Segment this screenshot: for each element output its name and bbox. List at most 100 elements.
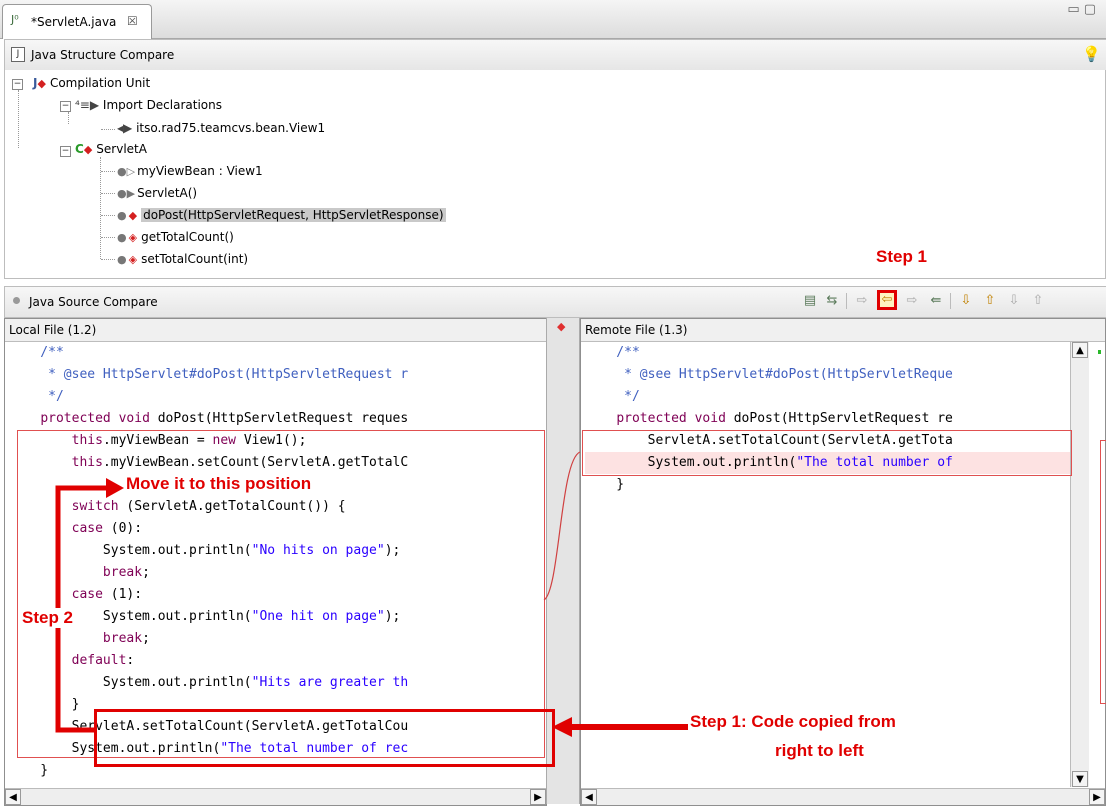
code-line: protected void doPost(HttpServletRequest… xyxy=(616,411,953,426)
tree-label: doPost(HttpServletRequest, HttpServletRe… xyxy=(141,208,446,222)
class-icon: C xyxy=(75,142,84,156)
editor-tab-bar: J⁰ *ServletA.java ☒ ▭▢ xyxy=(0,0,1106,39)
java-file-icon: J⁰ xyxy=(11,13,19,26)
scroll-right-icon[interactable]: ▶ xyxy=(530,789,546,805)
code-line: * @see HttpServlet#doPost(HttpServletReq… xyxy=(585,367,953,382)
scroll-down-icon[interactable]: ▼ xyxy=(1072,771,1088,787)
tree-line xyxy=(101,215,115,216)
collapse-toggle[interactable]: − xyxy=(12,79,23,90)
next-difference-icon[interactable]: ⇩ xyxy=(957,292,975,310)
scroll-right-icon[interactable]: ▶ xyxy=(1089,789,1105,805)
tree-node-import-item[interactable]: ◂▶ itso.rad75.teamcvs.bean.View1 xyxy=(117,121,325,135)
diff-connector xyxy=(543,451,581,601)
toolbar-separator xyxy=(846,293,847,309)
method-icon: ● xyxy=(117,253,127,266)
editor-tab-title: *ServletA.java xyxy=(31,15,117,29)
tree-line xyxy=(68,112,69,124)
previous-difference-icon[interactable]: ⇧ xyxy=(981,292,999,310)
tree-label: getTotalCount() xyxy=(141,230,234,244)
horizontal-scrollbar[interactable]: ◀ ▶ xyxy=(5,788,546,805)
tree-node-member[interactable]: ● ◈ getTotalCount() xyxy=(117,230,234,244)
collapse-toggle[interactable]: − xyxy=(60,146,71,157)
scroll-left-icon[interactable]: ◀ xyxy=(581,789,597,805)
source-compare-header: Java Source Compare ▤ ⇆ ⇨ ⇦ ⇨ ⇚ ⇩ ⇧ ⇩ ⇧ xyxy=(4,286,1106,318)
change-icon: ◆ xyxy=(128,209,138,222)
tree-node-class[interactable]: C◆ ServletA xyxy=(75,142,147,156)
minimize-icon[interactable]: ▭ xyxy=(1067,2,1083,17)
toolbar-separator xyxy=(950,293,951,309)
annotation-step1-top: Step 1 xyxy=(876,247,928,266)
vertical-scrollbar[interactable]: ▲ ▼ xyxy=(1070,342,1089,787)
tree-node-member[interactable]: ●▶ ServletA() xyxy=(117,186,197,200)
next-change-icon[interactable]: ⇩ xyxy=(1005,292,1023,310)
view-dot-icon xyxy=(13,297,20,304)
method-icon: ● xyxy=(117,209,127,222)
layout-icon[interactable]: ▤ xyxy=(801,292,819,310)
method-icon: ●▶ xyxy=(117,187,136,200)
code-line: } xyxy=(585,477,625,492)
method-icon: ● xyxy=(117,231,127,244)
copy-current-icon[interactable]: ⇚ xyxy=(927,292,945,310)
copy-all-right-icon[interactable]: ⇨ xyxy=(853,292,871,310)
tree-node-imports[interactable]: ⁴≡▶ Import Declarations xyxy=(75,98,222,112)
collapse-toggle[interactable]: − xyxy=(60,101,71,112)
change-icon: ◆ xyxy=(37,77,46,90)
annotation-step1-bottom-line1: Step 1: Code copied from xyxy=(690,712,896,731)
field-icon: ●▷ xyxy=(117,165,136,178)
remote-change-region xyxy=(582,430,1072,476)
copy-arrow xyxy=(552,717,688,737)
move-arrow xyxy=(55,478,124,733)
close-icon[interactable]: ☒ xyxy=(127,14,138,28)
local-file-title: Local File (1.2) xyxy=(9,323,97,337)
tree-label: ServletA() xyxy=(137,186,198,200)
overview-ruler-change xyxy=(1100,440,1106,704)
editor-tab[interactable]: J⁰ *ServletA.java ☒ xyxy=(2,4,152,39)
swap-icon[interactable]: ⇆ xyxy=(823,292,841,310)
tree-line xyxy=(101,129,115,130)
copied-code-highlight xyxy=(94,709,555,767)
tree-line xyxy=(101,171,115,172)
difference-marker-icon[interactable]: ◆ xyxy=(557,320,565,333)
code-line: /** xyxy=(9,345,64,360)
maximize-icon[interactable]: ▢ xyxy=(1084,2,1100,17)
tree-label: setTotalCount(int) xyxy=(141,252,249,266)
tree-line xyxy=(18,90,19,148)
conflict-icon: ◈ xyxy=(128,253,138,266)
tree-label: Import Declarations xyxy=(102,98,222,112)
tree-node-member-selected[interactable]: ● ◆ doPost(HttpServletRequest, HttpServlet… xyxy=(117,208,446,222)
code-line: protected void doPost(HttpServletRequest… xyxy=(40,411,409,426)
tree-line xyxy=(101,259,115,260)
window-buttons[interactable]: ▭▢ xyxy=(1067,2,1100,17)
remote-file-header: Remote File (1.3) xyxy=(581,319,1105,342)
copy-right-to-left-icon[interactable]: ⇦ xyxy=(877,290,897,310)
structure-compare-title: Java Structure Compare xyxy=(31,48,175,62)
code-line: * @see HttpServlet#doPost(HttpServletReq… xyxy=(9,367,409,382)
copy-left-to-right-icon[interactable]: ⇨ xyxy=(903,292,921,310)
horizontal-scrollbar[interactable]: ◀ ▶ xyxy=(581,788,1105,805)
change-icon: ◆ xyxy=(83,143,93,156)
java-structure-icon: J xyxy=(11,47,25,62)
tree-label: Compilation Unit xyxy=(49,76,151,90)
tree-node-member[interactable]: ● ◈ setTotalCount(int) xyxy=(117,252,248,266)
scroll-left-icon[interactable]: ◀ xyxy=(5,789,21,805)
structure-tree: − J◆ Compilation Unit − ⁴≡▶ Import Declar… xyxy=(4,70,1106,279)
remote-file-title: Remote File (1.3) xyxy=(585,323,688,337)
tree-line xyxy=(101,193,115,194)
local-file-header: Local File (1.2) xyxy=(5,319,546,342)
code-line: /** xyxy=(585,345,640,360)
structure-compare-header: J Java Structure Compare 💡 xyxy=(4,39,1106,71)
tree-node-member[interactable]: ●▷ myViewBean : View1 xyxy=(117,164,263,178)
tree-line xyxy=(100,157,101,259)
annotation-step2: Step 2 xyxy=(20,608,76,628)
tree-label: itso.rad75.teamcvs.bean.View1 xyxy=(136,121,326,135)
conflict-icon: ◈ xyxy=(128,231,138,244)
tree-label: myViewBean : View1 xyxy=(137,164,263,178)
scroll-up-icon[interactable]: ▲ xyxy=(1072,342,1088,358)
previous-change-icon[interactable]: ⇧ xyxy=(1029,292,1047,310)
source-compare-title: Java Source Compare xyxy=(29,295,158,309)
tree-label: ServletA xyxy=(96,142,147,156)
annotation-step1-bottom-line2: right to left xyxy=(775,741,864,760)
tree-node-compilation-unit[interactable]: J◆ Compilation Unit xyxy=(33,76,150,90)
code-line: */ xyxy=(585,389,640,404)
lightbulb-icon[interactable]: 💡 xyxy=(1082,45,1101,63)
